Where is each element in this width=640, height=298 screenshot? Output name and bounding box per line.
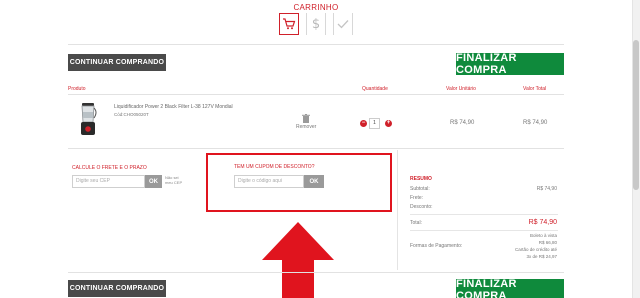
checkout-step-title: CARRINHO [293, 3, 339, 12]
payment-line-2: R$ 66,80 [538, 240, 557, 245]
product-code: Cód:CHO05020T [114, 112, 149, 117]
arrow-up-icon [262, 222, 334, 298]
payment-line-1: Boleto à vista [529, 233, 557, 238]
remove-label: Remover [296, 124, 317, 130]
summary-rule [410, 214, 558, 215]
row-divider [68, 148, 564, 149]
subtotal-value: R$ 74,90 [536, 186, 557, 192]
checkout-button-bottom[interactable]: FINALIZAR COMPRA [456, 278, 564, 298]
trash-icon [302, 114, 310, 123]
remove-item-button[interactable]: Remover [295, 114, 317, 132]
shipping-title: CALCULE O FRETE E O PRAZO [72, 165, 147, 171]
summary-rule-2 [410, 230, 558, 231]
total-value: R$ 74,90 [528, 219, 557, 226]
cep-ok-button[interactable]: OK [145, 175, 162, 188]
continue-shopping-button-bottom[interactable]: CONTINUAR COMPRANDO [68, 280, 166, 297]
bottom-divider [68, 272, 564, 273]
header-divider [68, 94, 564, 95]
continue-shopping-button-top[interactable]: CONTINUAR COMPRANDO [68, 54, 166, 71]
discount-label: Desconto: [410, 204, 433, 210]
dont-know-cep-link[interactable]: Não sei meu CEP [165, 175, 185, 185]
col-header-total: Valor Total [523, 86, 547, 92]
col-header-quantity: Quantidade [362, 86, 388, 92]
quantity-decrease-button[interactable]: − [360, 120, 367, 127]
payment-methods-label: Formas de Pagamento: [410, 243, 463, 249]
coupon-highlight-annotation [206, 153, 392, 212]
step-confirm[interactable] [333, 13, 353, 35]
payment-line-4: 3x de R$ 24,97 [526, 254, 557, 259]
quantity-increase-button[interactable]: + [385, 120, 392, 127]
top-divider [68, 44, 564, 45]
quantity-input[interactable]: 1 [369, 118, 380, 129]
scrollbar-thumb[interactable] [633, 40, 639, 190]
unit-price: R$ 74,90 [450, 120, 475, 126]
payment-line-3: Cartão de crédito até [514, 247, 557, 252]
page-scrollbar[interactable] [632, 0, 640, 298]
summary-divider [397, 150, 398, 270]
check-icon [337, 20, 349, 29]
total-label: Total: [410, 220, 422, 226]
step-cart[interactable] [279, 13, 299, 35]
checkout-button-top[interactable]: FINALIZAR COMPRA [456, 52, 564, 76]
col-header-product: Produto [68, 86, 86, 92]
freight-label: Frete: [410, 195, 424, 201]
step-payment[interactable]: $ [306, 13, 326, 35]
cart-icon [283, 18, 296, 30]
product-name[interactable]: Liquidificador Power 2 Black Filter L-38… [114, 104, 233, 110]
cep-input[interactable]: Digite seu CEP [72, 175, 145, 188]
subtotal-label: Subtotal: [410, 186, 430, 192]
dollar-icon: $ [311, 16, 321, 32]
row-total: R$ 74,90 [523, 120, 548, 126]
summary-title: RESUMO [410, 176, 432, 182]
product-thumbnail[interactable] [78, 102, 98, 138]
col-header-unit-price: Valor Unitário [446, 86, 476, 92]
